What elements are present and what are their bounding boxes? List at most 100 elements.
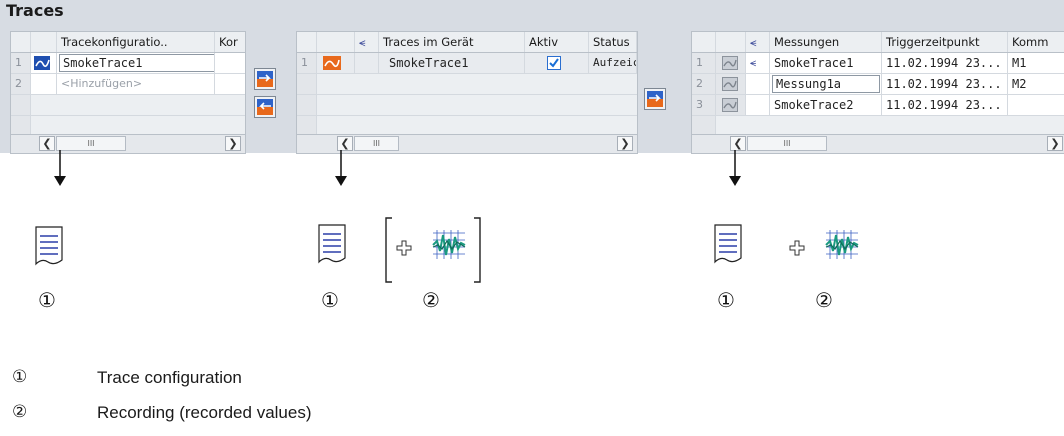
transfer-from-device-button[interactable] [254, 96, 276, 118]
marker-2: ② [422, 288, 440, 312]
row-number [297, 74, 317, 94]
arrow-1 [54, 150, 66, 186]
down-arrows [54, 150, 741, 186]
legend-marker-1: ① [12, 367, 28, 386]
scroll-left-button[interactable]: ❮ [337, 136, 353, 151]
header-icon [317, 32, 355, 52]
measurement-icon-cell [716, 53, 746, 73]
trigger-time: 11.02.1994 23... [882, 74, 1008, 94]
marker-2: ② [815, 288, 833, 312]
header-trace-config[interactable]: Tracekonfiguratio.. [57, 32, 215, 52]
table-row [297, 95, 637, 116]
transfer-to-device-button[interactable] [254, 68, 276, 90]
table-header: ⪪ Traces im Gerät Aktiv Status [297, 32, 637, 53]
header-state: ⪪ [355, 32, 379, 52]
table-row[interactable]: 1 SmokeTrace1 Aufzeic [297, 53, 637, 74]
scroll-right-button[interactable]: ❯ [617, 136, 633, 151]
trace-name-cell[interactable]: SmokeTrace1 [57, 53, 215, 73]
row-number: 3 [692, 95, 716, 115]
measurement-icon-cell [716, 95, 746, 115]
scroll-right-button[interactable]: ❯ [225, 136, 241, 151]
document-icon [35, 226, 63, 266]
state-icon: ⪪ [359, 35, 366, 49]
table-row[interactable]: 2 Messung1a 11.02.1994 23... M2 [692, 74, 1064, 95]
table-row[interactable]: 1 SmokeTrace1 [11, 53, 245, 74]
scroll-thumb[interactable]: III [747, 136, 827, 151]
table-header: Tracekonfiguratio.. Kor [11, 32, 245, 53]
device-trace-icon [323, 56, 341, 70]
measurement-name[interactable]: SmokeTrace2 [770, 95, 882, 115]
active-cell[interactable] [525, 53, 589, 73]
arrow-3 [729, 150, 741, 186]
table-header: ⪪ Messungen Triggerzeitpunkt Komm [692, 32, 1064, 53]
table-row[interactable]: 3 SmokeTrace2 11.02.1994 23... [692, 95, 1064, 116]
row-number [11, 95, 31, 115]
recording-icon [432, 230, 466, 259]
trace-config-icon [34, 56, 50, 70]
header-trigger-time[interactable]: Triggerzeitpunkt [882, 32, 1008, 52]
scroll-left-button[interactable]: ❮ [39, 136, 55, 151]
active-checkbox[interactable] [547, 56, 561, 70]
icon-cell [31, 74, 57, 94]
header-num [11, 32, 31, 52]
row-number [11, 116, 31, 136]
trace-configuration-table: Tracekonfiguratio.. Kor 1 SmokeTrace1 2 … [10, 31, 246, 154]
scroll-thumb[interactable]: III [354, 136, 399, 151]
scroll-left-button[interactable]: ❮ [730, 136, 746, 151]
device-trace-name[interactable]: SmokeTrace1 [379, 53, 525, 73]
transfer-from-device-icon [257, 99, 273, 115]
comment-cell[interactable] [215, 74, 245, 94]
table-row[interactable]: 1 ⪪ SmokeTrace1 11.02.1994 23... M1 [692, 53, 1064, 74]
header-device-traces[interactable]: Traces im Gerät [379, 32, 525, 52]
table-row [297, 74, 637, 95]
row-number [297, 95, 317, 115]
measurement-icon [722, 77, 738, 91]
comment[interactable]: M1 [1008, 53, 1064, 73]
measurement-name[interactable]: SmokeTrace1 [770, 53, 882, 73]
state-cell [746, 74, 770, 94]
table-row[interactable]: 2 <Hinzufügen> [11, 74, 245, 95]
device-traces-table: ⪪ Traces im Gerät Aktiv Status 1 SmokeTr… [296, 31, 638, 154]
scroll-right-button[interactable]: ❯ [1047, 136, 1063, 151]
scroll-thumb[interactable]: III [56, 136, 126, 151]
header-comment[interactable]: Kor [215, 32, 245, 52]
status-cell: Aufzeic [589, 53, 637, 73]
legend-marker-2: ② [12, 402, 28, 421]
legend-text-1: Trace configuration [97, 368, 242, 387]
row-number: 2 [11, 74, 31, 94]
save-measurement-button[interactable] [644, 88, 666, 110]
comment[interactable]: M2 [1008, 74, 1064, 94]
marker-1: ① [321, 288, 339, 312]
trigger-time: 11.02.1994 23... [882, 95, 1008, 115]
document-icon [714, 224, 742, 264]
trigger-time: 11.02.1994 23... [882, 53, 1008, 73]
row-number: 2 [692, 74, 716, 94]
state-icon: ⪪ [750, 35, 757, 49]
header-status[interactable]: Status [589, 32, 637, 52]
header-active[interactable]: Aktiv [525, 32, 589, 52]
row-number [692, 116, 716, 136]
recording-icon [825, 230, 859, 259]
marker-1: ① [717, 288, 735, 312]
header-measurements[interactable]: Messungen [770, 32, 882, 52]
add-new-row[interactable]: <Hinzufügen> [57, 74, 215, 94]
header-num [297, 32, 317, 52]
save-measurement-icon [647, 91, 663, 107]
marker-1: ① [38, 288, 56, 312]
measurements-table: ⪪ Messungen Triggerzeitpunkt Komm 1 ⪪ Sm… [691, 31, 1064, 154]
table-row [11, 95, 245, 116]
header-icon [31, 32, 57, 52]
comment[interactable] [1008, 95, 1064, 115]
comment-cell[interactable] [215, 53, 245, 73]
legend-text-2: Recording (recorded values) [97, 403, 312, 422]
trace-name: SmokeTrace1 [63, 56, 143, 70]
measurement-icon-cell [716, 74, 746, 94]
row-number: 1 [692, 53, 716, 73]
arrow-2 [335, 150, 347, 186]
device-trace-icon-cell [317, 53, 355, 73]
document-icon [318, 224, 346, 264]
measurement-name-cell[interactable]: Messung1a [770, 74, 882, 94]
header-comment[interactable]: Komm [1008, 32, 1064, 52]
trace-config-icon [31, 53, 57, 73]
window-title: Traces [6, 1, 64, 20]
